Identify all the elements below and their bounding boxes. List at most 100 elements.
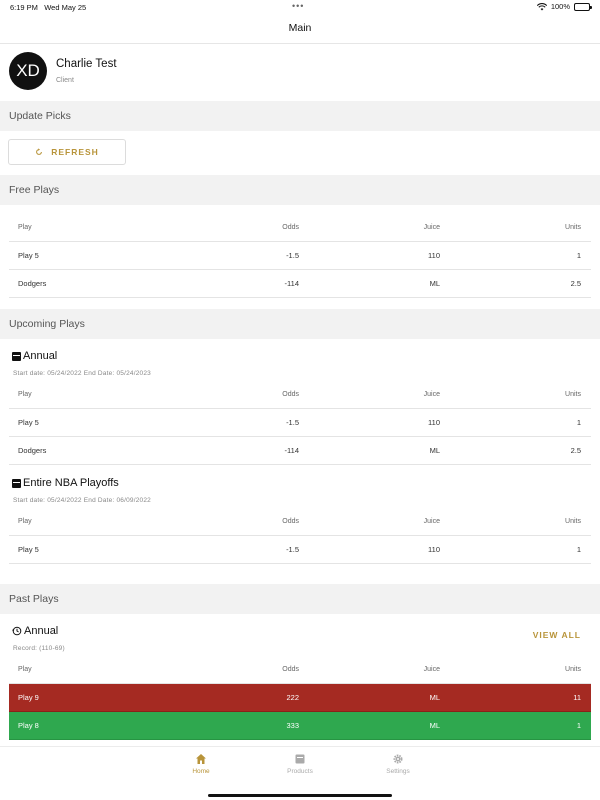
profile-header: XD Charlie Test Client [9, 52, 117, 90]
table-header-row: Play Odds Juice Units [9, 508, 591, 536]
table-row[interactable]: Dodgers -114 ML 2.5 [9, 270, 591, 298]
cell-odds: 333 [286, 721, 299, 730]
table-row-loss[interactable]: Play 9 222 ML 11 [9, 684, 591, 712]
cell-odds: 222 [286, 693, 299, 702]
cell-juice: ML [429, 721, 440, 730]
cell-odds: -114 [284, 279, 299, 288]
profile-name: Charlie Test [56, 58, 117, 70]
cell-play: Play 9 [18, 693, 39, 702]
table-row[interactable]: Play 5 -1.5 110 1 [9, 536, 591, 564]
refresh-button[interactable]: REFRESH [8, 139, 126, 165]
wifi-icon [536, 2, 547, 10]
nav-divider [0, 43, 600, 44]
view-all-button[interactable]: VIEW ALL [533, 630, 581, 640]
status-right: 100% [536, 2, 592, 11]
upcoming-group-title: Entire NBA Playoffs [12, 477, 119, 489]
section-upcoming-plays: Upcoming Plays [0, 309, 600, 339]
battery-icon [574, 2, 592, 11]
col-juice: Juice [423, 224, 440, 231]
table-header-row: Play Odds Juice Units [9, 656, 591, 684]
col-play: Play [18, 518, 32, 525]
col-units: Units [565, 666, 581, 673]
col-units: Units [565, 224, 581, 231]
cell-units: 1 [576, 418, 581, 427]
col-play: Play [18, 391, 32, 398]
table-row[interactable]: Play 5 -1.5 110 1 [9, 242, 591, 270]
col-juice: Juice [423, 518, 440, 525]
cell-units: 2.5 [570, 279, 581, 288]
cell-odds: -1.5 [286, 545, 299, 554]
past-group-title: Annual [12, 625, 58, 637]
section-update-picks: Update Picks [0, 101, 600, 131]
col-units: Units [565, 518, 581, 525]
cell-juice: ML [429, 446, 440, 455]
cell-juice: 110 [428, 251, 440, 260]
past-record: Record: (110-69) [13, 645, 65, 652]
table-row-win[interactable]: Play 8 333 ML 1 [9, 712, 591, 740]
calendar-icon [12, 351, 21, 361]
avatar: XD [9, 52, 47, 90]
tab-home-label: Home [192, 768, 210, 775]
cell-units: 1 [576, 251, 581, 260]
col-play: Play [18, 666, 32, 673]
cell-juice: ML [429, 279, 440, 288]
upcoming-nba-table: Play Odds Juice Units Play 5 -1.5 110 1 [9, 508, 591, 564]
page-title: Main [288, 22, 312, 34]
col-odds: Odds [282, 391, 299, 398]
refresh-icon [36, 148, 43, 155]
gear-icon [393, 754, 403, 764]
tab-settings-label: Settings [386, 768, 410, 775]
table-row[interactable]: Play 5 -1.5 110 1 [9, 409, 591, 437]
col-play: Play [18, 224, 32, 231]
free-plays-table: Play Odds Juice Units Play 5 -1.5 110 1 … [9, 214, 591, 298]
tab-products[interactable]: Products [270, 753, 330, 775]
cell-play: Play 5 [18, 545, 39, 554]
upcoming-group-dates: Start date: 05/24/2022 End Date: 05/24/2… [13, 370, 151, 377]
cell-odds: -114 [284, 446, 299, 455]
cell-units: 1 [576, 721, 581, 730]
multitasking-dots-icon[interactable]: ••• [292, 1, 304, 11]
col-juice: Juice [423, 666, 440, 673]
col-odds: Odds [282, 666, 299, 673]
cell-juice: 110 [428, 418, 440, 427]
tab-bar: Home Products Settings [0, 746, 600, 800]
table-row[interactable]: Dodgers -114 ML 2.5 [9, 437, 591, 465]
battery-percent: 100% [550, 2, 570, 11]
calendar-icon [12, 478, 21, 488]
cell-units: 2.5 [570, 446, 581, 455]
cell-juice: 110 [428, 545, 440, 554]
refresh-label: REFRESH [51, 147, 99, 157]
upcoming-annual-table: Play Odds Juice Units Play 5 -1.5 110 1 … [9, 381, 591, 465]
table-header-row: Play Odds Juice Units [9, 214, 591, 242]
upcoming-group-dates: Start date: 05/24/2022 End Date: 06/09/2… [13, 497, 151, 504]
table-header-row: Play Odds Juice Units [9, 381, 591, 409]
cell-play: Dodgers [18, 446, 47, 455]
tab-home[interactable]: Home [171, 753, 231, 775]
status-time: 6:19 PM Wed May 25 [10, 3, 87, 12]
cell-play: Dodgers [18, 279, 47, 288]
past-plays-table: Play Odds Juice Units Play 9 222 ML 11 P… [9, 656, 591, 740]
col-odds: Odds [282, 518, 299, 525]
cell-juice: ML [429, 693, 440, 702]
section-past-plays: Past Plays [0, 584, 600, 614]
cell-odds: -1.5 [286, 418, 299, 427]
upcoming-group-title: Annual [12, 350, 57, 362]
col-units: Units [565, 391, 581, 398]
tab-settings[interactable]: Settings [368, 753, 428, 775]
cell-odds: -1.5 [286, 251, 299, 260]
cell-units: 11 [573, 693, 581, 702]
products-icon [295, 754, 305, 764]
cell-play: Play 8 [18, 721, 39, 730]
history-icon [12, 626, 22, 636]
section-free-plays: Free Plays [0, 175, 600, 205]
profile-role: Client [56, 77, 74, 84]
home-indicator [208, 794, 392, 797]
cell-units: 1 [576, 545, 581, 554]
cell-play: Play 5 [18, 418, 39, 427]
home-icon [196, 754, 206, 764]
tab-products-label: Products [287, 768, 313, 775]
status-bar: 6:19 PM Wed May 25 ••• 100% [0, 0, 600, 14]
col-odds: Odds [282, 224, 299, 231]
col-juice: Juice [423, 391, 440, 398]
cell-play: Play 5 [18, 251, 39, 260]
